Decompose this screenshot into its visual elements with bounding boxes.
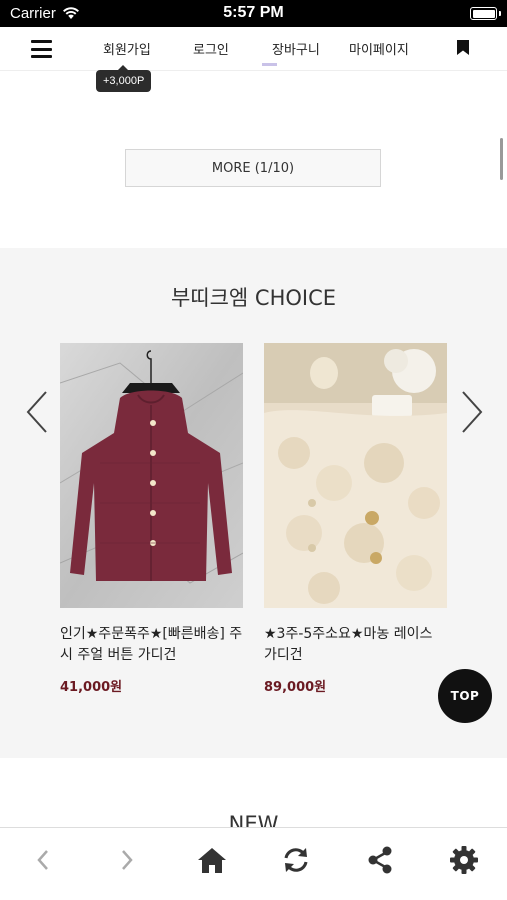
- settings-button[interactable]: [448, 844, 480, 876]
- more-button[interactable]: MORE (1/10): [125, 149, 381, 187]
- section-title: 부띠크엠 CHOICE: [170, 286, 337, 310]
- bottom-toolbar: [0, 827, 507, 900]
- product-card[interactable]: ★3주-5주소요★마농 레이스 가디건 89,000원: [264, 343, 447, 695]
- status-bar: Carrier 5:57 PM: [0, 0, 507, 27]
- chevron-right-icon: [122, 850, 133, 870]
- share-button[interactable]: [364, 844, 396, 876]
- product-card[interactable]: 인기★주문폭주★[빠른배송] 주시 주얼 버튼 가디건 41,000원: [60, 343, 243, 695]
- battery-cap: [499, 11, 501, 16]
- choice-section: 부띠크엠 CHOICE 인기★주문폭주★[빠른배송] 주시 주얼 버튼 가디건 …: [0, 248, 507, 758]
- product-name[interactable]: ★3주-5주소요★마농 레이스 가디건: [264, 624, 447, 666]
- battery-icon: [470, 7, 497, 20]
- cart-highlight: [262, 63, 277, 66]
- carousel-prev-arrow-icon[interactable]: [24, 388, 52, 436]
- carousel-next-arrow-icon[interactable]: [457, 388, 485, 436]
- product-image[interactable]: [264, 343, 447, 608]
- product-name[interactable]: 인기★주문폭주★[빠른배송] 주시 주얼 버튼 가디건: [60, 624, 243, 666]
- home-button[interactable]: [196, 844, 228, 876]
- chevron-left-icon: [37, 850, 48, 870]
- share-icon: [368, 846, 392, 874]
- nav-mypage-link[interactable]: 마이페이지: [349, 39, 409, 58]
- top-nav: 회원가입 로그인 장바구니 마이페이지: [0, 27, 507, 71]
- nav-login-link[interactable]: 로그인: [193, 39, 229, 58]
- home-icon: [198, 848, 226, 873]
- back-button[interactable]: [27, 844, 59, 876]
- nav-cart-link[interactable]: 장바구니: [272, 39, 320, 58]
- refresh-icon: [284, 848, 308, 872]
- app-screen: Carrier 5:57 PM 회원가입 로그인 장바구니 마이페이지 +3,0…: [0, 0, 507, 900]
- scroll-indicator[interactable]: [500, 138, 503, 180]
- clock: 5:57 PM: [223, 4, 284, 21]
- product-price: 41,000원: [60, 680, 123, 695]
- hamburger-icon[interactable]: [31, 40, 52, 58]
- product-image[interactable]: [60, 343, 243, 608]
- points-badge: +3,000P: [96, 65, 152, 92]
- nav-join-link[interactable]: 회원가입: [103, 39, 151, 58]
- scroll-to-top-button[interactable]: TOP: [438, 669, 492, 723]
- forward-button[interactable]: [111, 844, 143, 876]
- refresh-button[interactable]: [280, 844, 312, 876]
- gear-icon: [450, 846, 478, 874]
- product-price: 89,000원: [264, 680, 327, 695]
- bookmark-icon[interactable]: [457, 40, 469, 55]
